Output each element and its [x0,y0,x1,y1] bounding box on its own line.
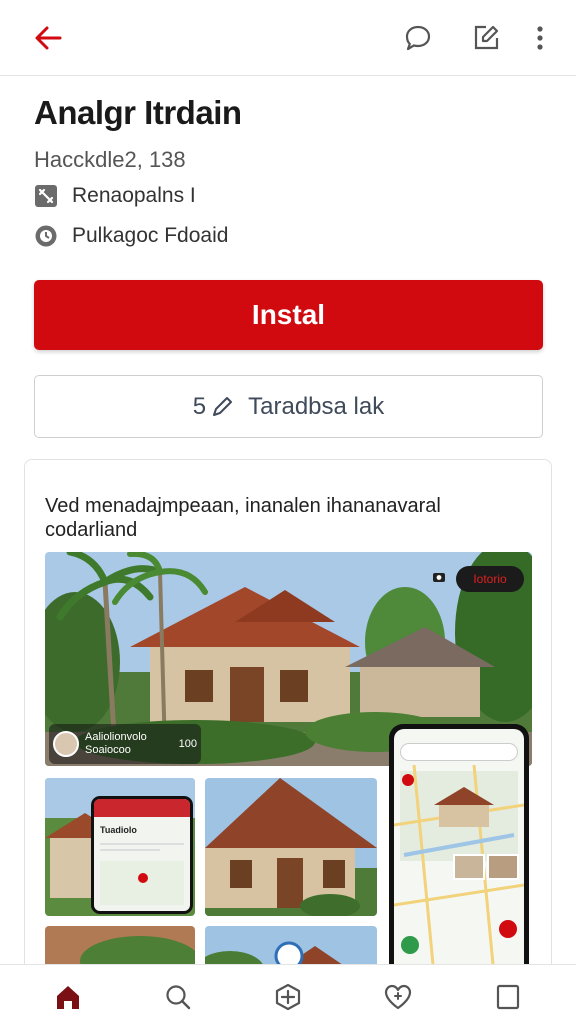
owner-badge[interactable]: Aaliolionvolo Soaiocoo 100 [49,724,201,764]
clock-icon [34,224,58,248]
search-icon [166,985,191,1010]
nav-search[interactable] [160,979,196,1015]
gallery-tile-app[interactable]: Tuadiolo [45,778,195,916]
gallery-tile-house[interactable] [205,778,377,916]
chat-button[interactable] [398,18,438,58]
hero-chip[interactable]: Iotorio [456,566,524,592]
meta-hours-label: Pulkagoc Fdoaid [72,224,229,247]
more-options-button[interactable] [520,18,560,58]
top-app-bar [0,0,576,76]
avatar [53,731,79,757]
back-arrow-icon [35,26,62,50]
owner-name: Aaliolionvolo [85,731,147,743]
page-subtitle: Hacckdle2, 138 [34,147,186,172]
secondary-count: 5 [192,392,207,420]
listing-card: Ved menadajmpeaan, inanalen ihananavaral… [24,459,552,979]
meta-row-category: Renaopalns I [34,184,196,208]
chat-bubble-icon [405,25,431,51]
nav-home[interactable] [50,979,86,1015]
back-button[interactable] [28,18,68,58]
nav-saved[interactable] [490,979,526,1015]
nav-favorites[interactable] [380,979,416,1015]
home-icon [57,986,79,1009]
edit-square-icon [474,25,499,50]
more-vertical-icon [537,26,543,50]
owner-subtitle: Soaiocoo [85,744,131,756]
tile-2-illustration [205,778,377,916]
category-icon [34,184,58,208]
compass-icon [275,983,301,1011]
nav-explore[interactable] [270,979,306,1015]
meta-row-hours: Pulkagoc Fdoaid [34,224,228,248]
page-title: Analgr Itrdain [34,94,242,131]
owner-text: Aaliolionvolo Soaiocoo [85,731,147,757]
phone-map [394,765,524,975]
meta-category-label: Renaopalns I [72,184,196,207]
tile-phone: Tuadiolo [91,796,193,914]
edit-button[interactable] [466,18,506,58]
secondary-action-button[interactable]: 5 Taradbsa lak [34,375,543,438]
favorites-icon [384,984,412,1010]
camera-icon [432,570,446,589]
pencil-icon [213,396,233,416]
tile-app-title: Tuadiolo [100,825,137,835]
card-description: Ved menadajmpeaan, inanalen ihananavaral… [45,495,441,541]
secondary-label: Taradbsa lak [248,392,385,420]
phone-mockup [389,724,529,978]
owner-count: 100 [178,738,197,750]
install-button[interactable]: Instal [34,280,543,350]
phone-screen [394,729,524,975]
bottom-navigation [0,964,576,1024]
bookmark-icon [496,984,520,1010]
